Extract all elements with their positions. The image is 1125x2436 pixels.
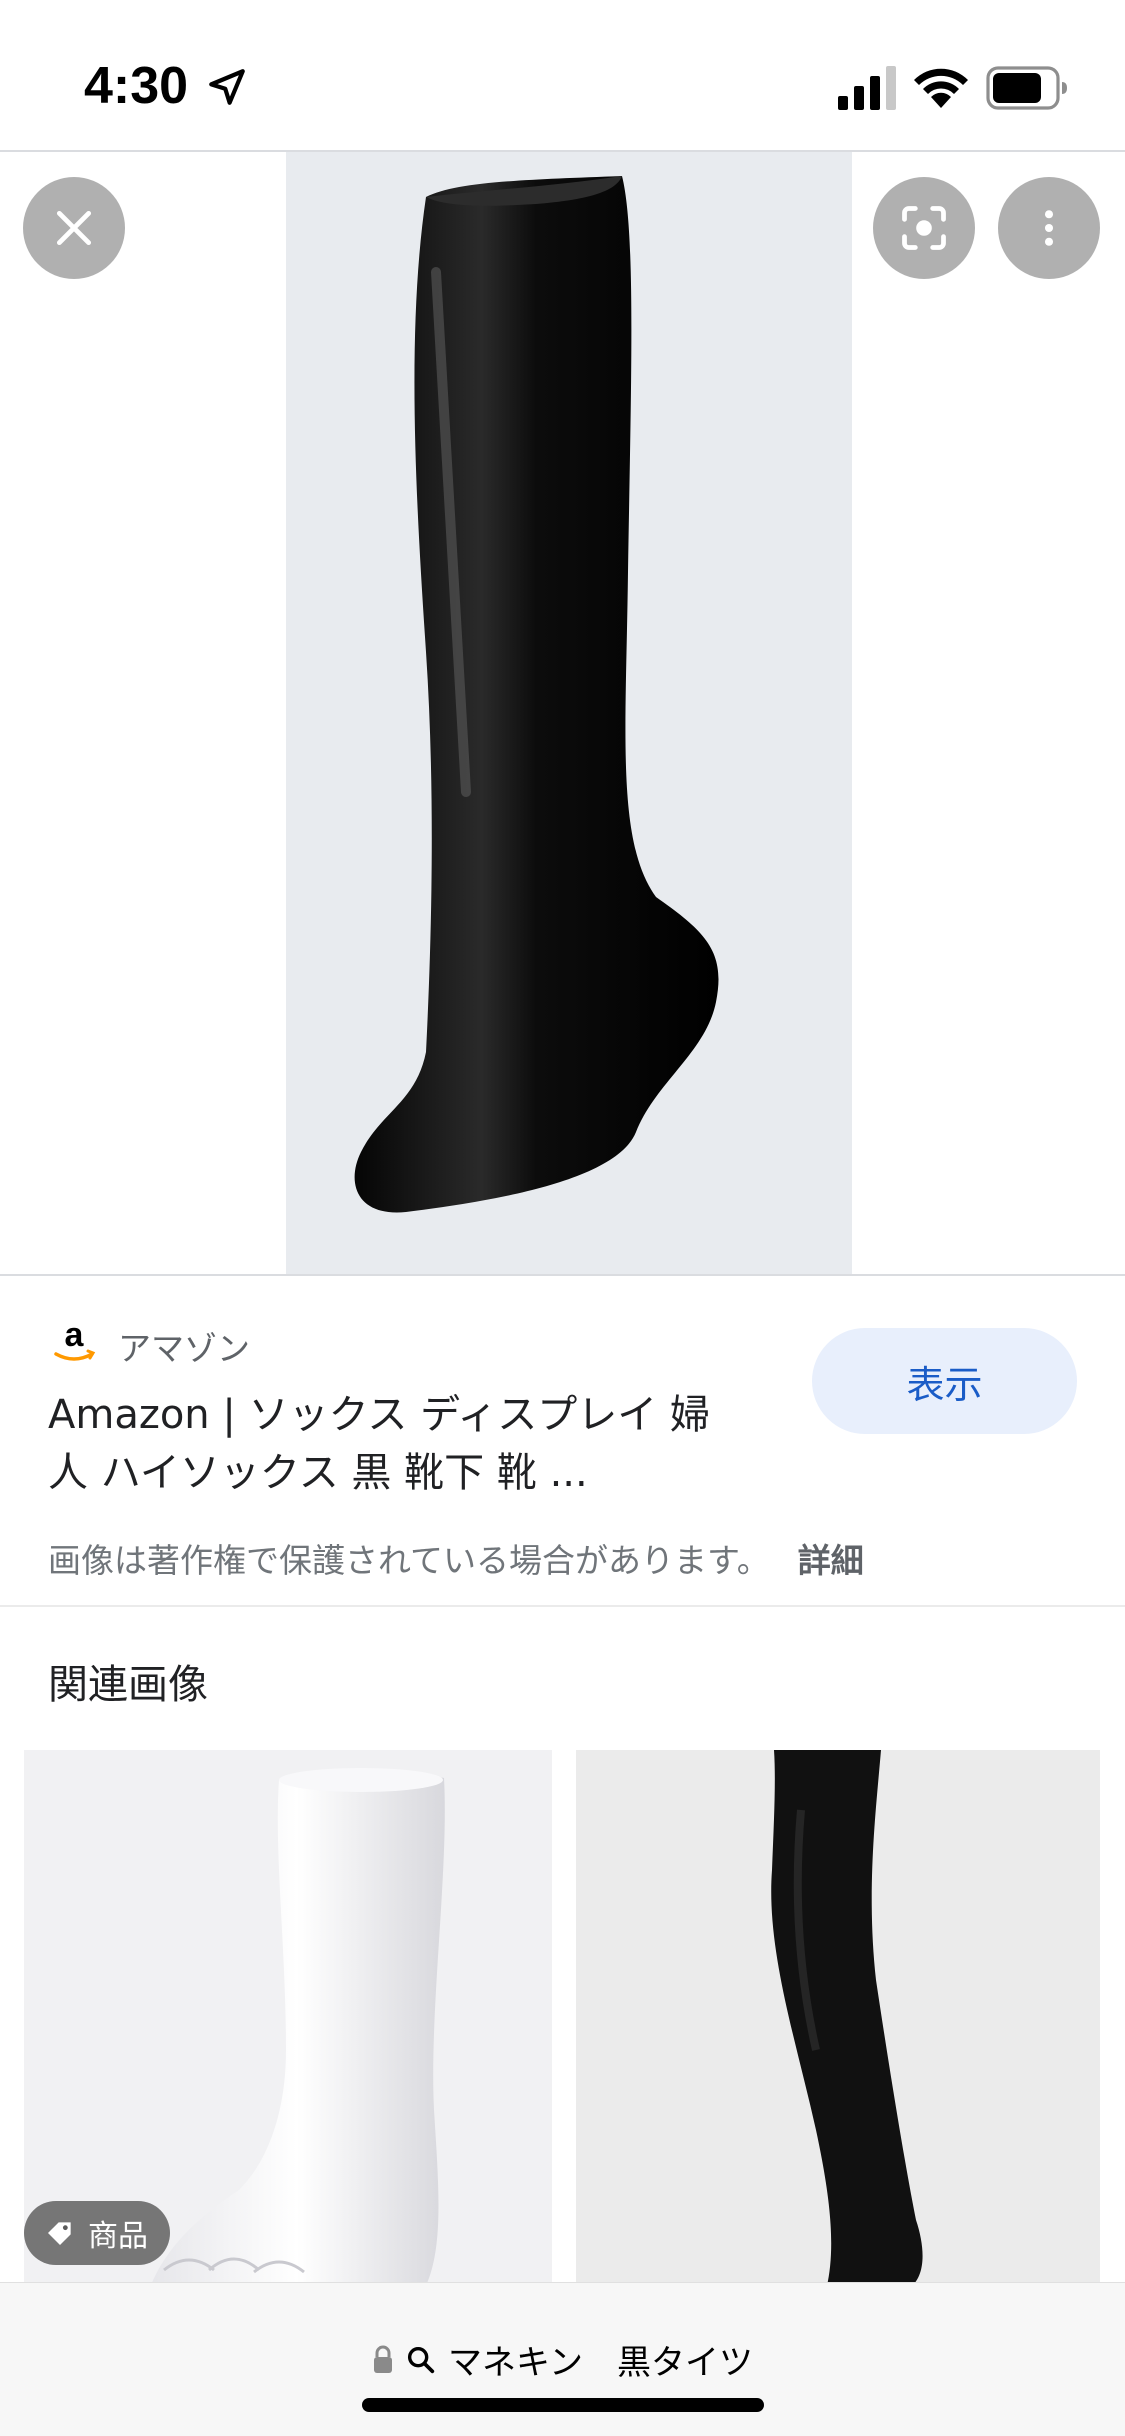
black-tights-leg-image <box>771 1750 923 2290</box>
related-image-black-tights[interactable] <box>576 1750 1100 2290</box>
close-icon <box>56 210 92 246</box>
result-title-link[interactable]: Amazon | ソックス ディスプレイ 婦人 ハイソックス 黒 靴下 靴 ..… <box>48 1386 748 1502</box>
copyright-text: 画像は著作権で保護されている場合があります。 <box>48 1541 770 1580</box>
related-images-heading: 関連画像 <box>48 1662 208 1708</box>
google-lens-icon <box>902 206 946 250</box>
google-lens-button[interactable] <box>873 177 975 279</box>
battery-icon <box>986 66 1067 110</box>
search-icon <box>407 2346 435 2373</box>
home-indicator[interactable] <box>362 2398 764 2412</box>
location-arrow-icon <box>209 69 245 105</box>
tag-icon <box>48 2222 71 2245</box>
browser-address-bar[interactable]: マネキン 黒タイツ <box>0 2282 1125 2436</box>
view-button[interactable]: 表示 <box>812 1328 1077 1434</box>
main-image-viewer[interactable] <box>0 150 1125 1276</box>
amazon-logo-icon: a <box>54 1316 96 1361</box>
section-divider <box>0 1605 1125 1607</box>
more-vert-icon <box>1044 210 1054 246</box>
close-button[interactable] <box>23 177 125 279</box>
svg-text:a: a <box>65 1316 85 1354</box>
address-bar-query: マネキン 黒タイツ <box>448 2343 753 2383</box>
source-info: a アマゾン Amazon | ソックス ディスプレイ 婦人 ハイソックス 黒 … <box>0 1276 1125 1606</box>
address-bar-content[interactable]: マネキン 黒タイツ <box>0 2335 1125 2384</box>
status-bar: 4:30 <box>0 0 1125 150</box>
status-time: 4:30 <box>84 57 189 115</box>
cellular-signal-icon <box>838 66 896 110</box>
lock-icon <box>374 2345 392 2373</box>
product-tag-label: 商品 <box>88 2219 148 2254</box>
details-link[interactable]: 詳細 <box>798 1541 864 1580</box>
black-leg-mannequin-image <box>354 176 719 1213</box>
product-tag-badge[interactable]: 商品 <box>24 2201 170 2265</box>
copyright-notice: 画像は著作権で保護されている場合があります。 詳細 <box>48 1534 864 1582</box>
more-options-button[interactable] <box>998 177 1100 279</box>
source-site-name[interactable]: アマゾン <box>118 1322 250 1370</box>
wifi-icon <box>914 68 968 108</box>
